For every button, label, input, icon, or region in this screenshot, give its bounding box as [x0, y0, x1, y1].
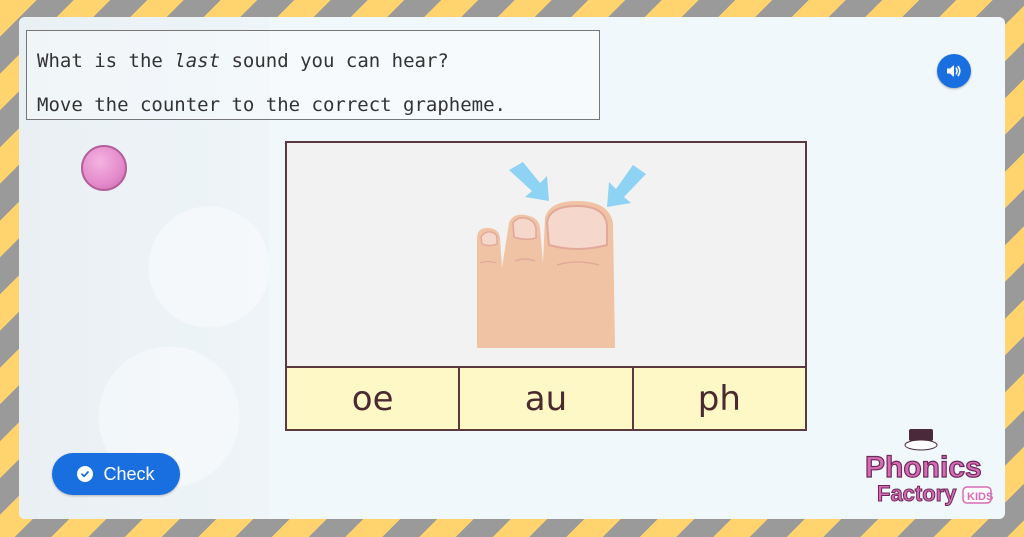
speaker-icon — [947, 65, 961, 77]
grapheme-tiles: oe au ph — [287, 366, 805, 429]
svg-text:KIDS: KIDS — [967, 491, 993, 503]
arrow-right-icon — [607, 165, 646, 207]
draggable-counter[interactable] — [81, 145, 127, 191]
arrow-left-icon — [509, 162, 549, 201]
question-emphasis: last — [174, 50, 221, 72]
check-circle-icon — [77, 466, 94, 482]
picture-area — [287, 143, 805, 366]
question-line-1: What is the last sound you can hear? — [37, 50, 449, 72]
phonics-factory-logo: Phonics Factory KIDS — [864, 429, 993, 507]
grapheme-tile-ph[interactable]: ph — [633, 368, 805, 429]
question-box: What is the last sound you can hear? Mov… — [26, 30, 600, 120]
audio-button[interactable] — [937, 54, 971, 88]
answer-board: oe au ph — [285, 141, 807, 431]
svg-text:Phonics: Phonics — [865, 451, 982, 484]
grapheme-tile-au[interactable]: au — [460, 368, 634, 429]
check-button-label: Check — [103, 463, 155, 484]
activity-panel: What is the last sound you can hear? Mov… — [19, 17, 1005, 519]
grapheme-tile-oe[interactable]: oe — [287, 368, 461, 429]
check-button[interactable]: Check — [52, 453, 180, 495]
toe-illustration — [477, 162, 646, 348]
question-line-2: Move the counter to the correct grapheme… — [37, 94, 506, 116]
svg-text:Factory: Factory — [877, 481, 957, 506]
